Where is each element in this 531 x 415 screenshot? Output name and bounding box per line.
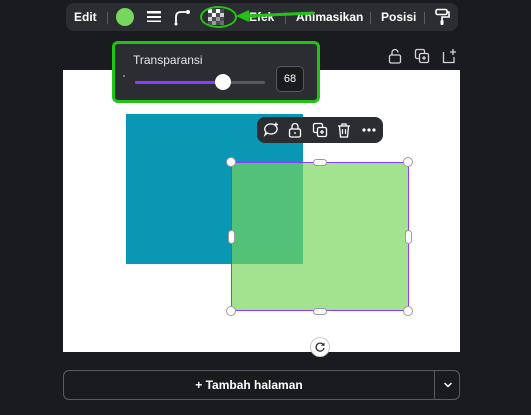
add-page-options-button[interactable] [435, 371, 460, 399]
add-page-bar: + Tambah halaman [63, 370, 460, 400]
fill-color-button[interactable] [116, 3, 134, 31]
comment-icon[interactable] [262, 121, 280, 139]
trash-icon[interactable] [335, 121, 353, 139]
fill-color-swatch [116, 8, 134, 26]
annotation-arrow-icon [236, 10, 315, 22]
transparency-value-input[interactable]: 68 [276, 66, 304, 92]
border-style-button[interactable] [146, 3, 162, 31]
copy-style-button[interactable] [434, 3, 450, 31]
border-lines-icon [147, 11, 161, 22]
lock-page-icon[interactable] [387, 46, 403, 66]
toolbar-divider [370, 12, 371, 24]
edit-label: Edit [74, 10, 97, 24]
corner-radius-icon [174, 10, 190, 26]
resize-handle-left[interactable] [228, 230, 235, 244]
edit-button[interactable]: Edit [74, 3, 97, 31]
lock-icon[interactable] [286, 121, 304, 139]
duplicate-icon[interactable] [311, 121, 329, 139]
transparency-label: Transparansi [133, 53, 203, 67]
position-label: Posisi [381, 10, 417, 24]
resize-handle-top-right[interactable] [403, 157, 413, 167]
add-page-button[interactable]: + Tambah halaman [64, 371, 434, 399]
green-square-shape-selected[interactable] [231, 162, 409, 311]
rotate-handle[interactable] [310, 337, 330, 357]
position-button[interactable]: Posisi [381, 3, 416, 31]
resize-handle-bottom-right[interactable] [403, 306, 413, 316]
chevron-down-icon [443, 382, 452, 388]
add-page-icon[interactable] [441, 46, 457, 66]
transparency-slider[interactable] [135, 74, 265, 90]
more-options-icon[interactable] [360, 121, 378, 139]
slider-thumb[interactable] [215, 74, 232, 90]
corner-rounding-button[interactable] [173, 3, 191, 31]
slider-fill [135, 81, 224, 84]
transparency-popup: Transparansi 68 [112, 41, 320, 103]
resize-handle-top-left[interactable] [226, 157, 236, 167]
resize-handle-right[interactable] [405, 230, 412, 244]
resize-handle-top[interactable] [313, 159, 327, 166]
highlight-ring [200, 6, 237, 28]
paint-roller-icon [435, 8, 450, 25]
add-page-label: + Tambah halaman [195, 378, 303, 392]
rotate-icon [315, 342, 325, 352]
editor-window: Edit Efek Animasikan Posisi Transparansi… [0, 0, 531, 415]
element-toolbar [257, 117, 383, 143]
resize-handle-bottom-left[interactable] [226, 306, 236, 316]
slider-tick [123, 75, 125, 77]
duplicate-page-icon[interactable] [414, 46, 430, 66]
toolbar-divider [107, 12, 108, 24]
toolbar-divider [424, 12, 425, 24]
resize-handle-bottom[interactable] [313, 308, 327, 315]
